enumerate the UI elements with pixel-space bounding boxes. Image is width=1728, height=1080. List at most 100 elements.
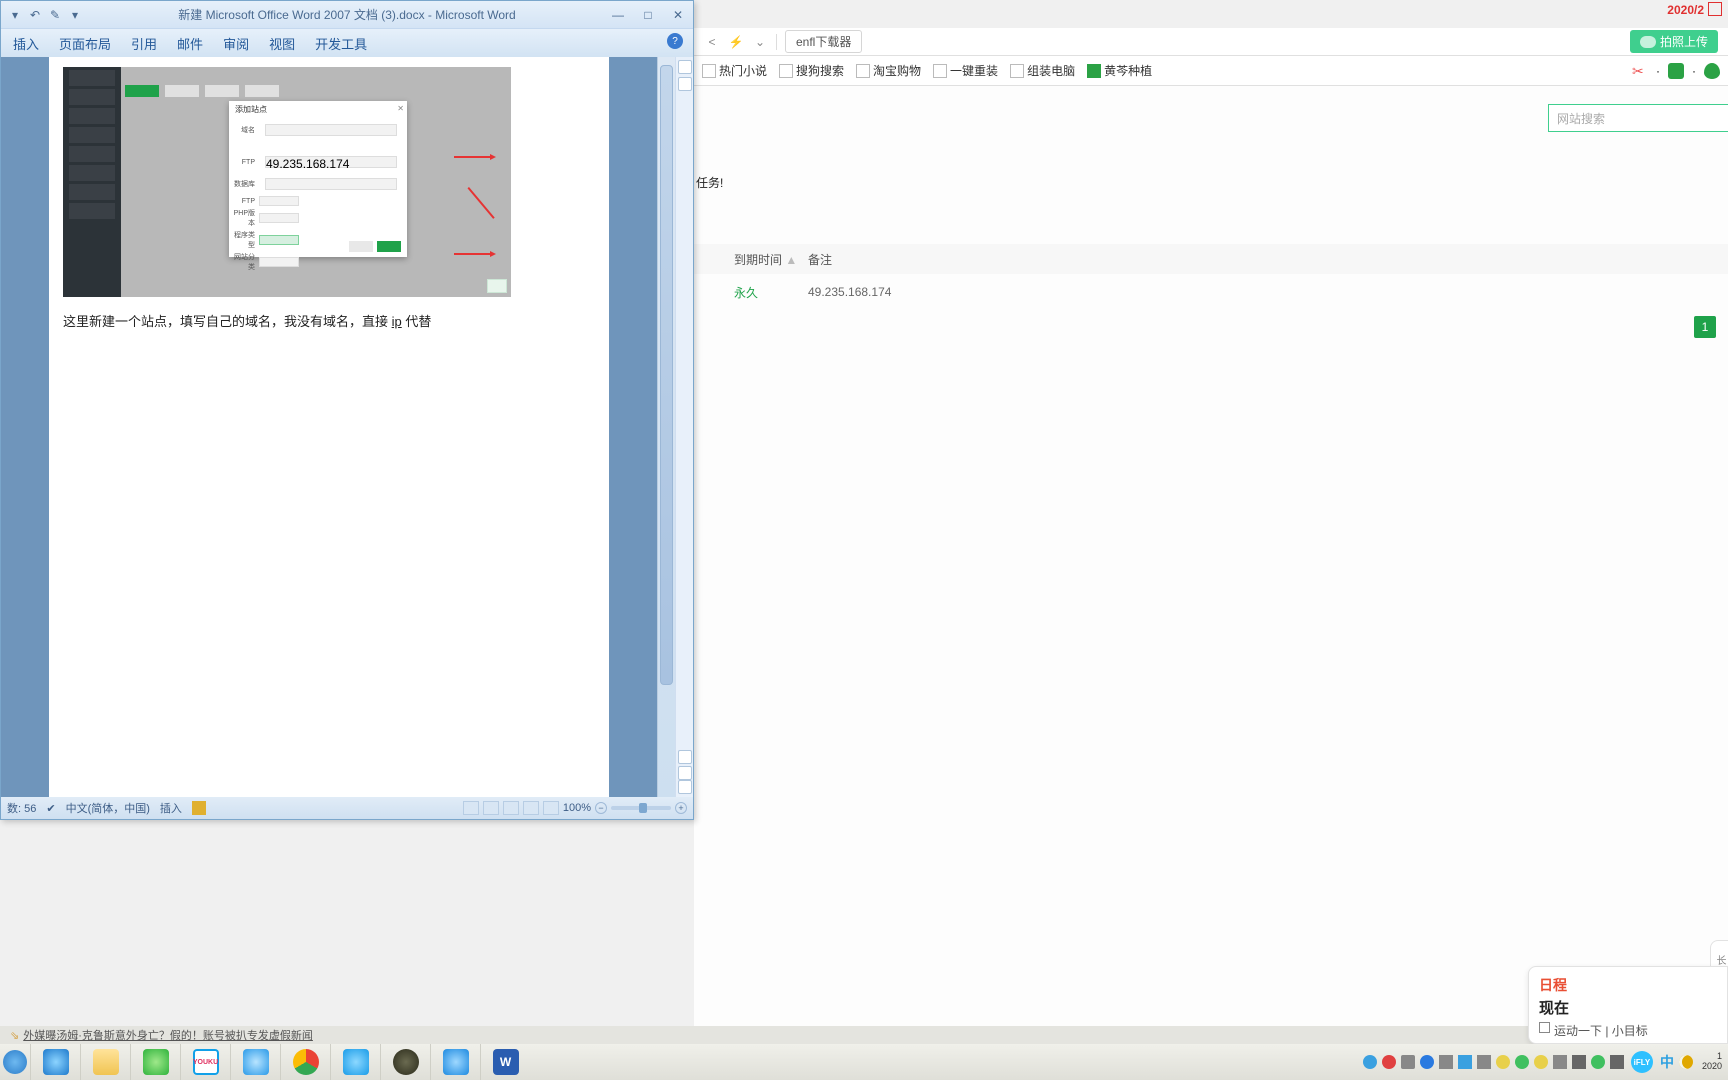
tab-layout[interactable]: 页面布局 — [59, 34, 111, 53]
language[interactable]: 中文(简体，中国) — [66, 800, 150, 816]
share-icon[interactable]: < — [704, 34, 720, 50]
vertical-scrollbar[interactable] — [657, 57, 675, 797]
taskbar-app-qq[interactable] — [430, 1044, 480, 1080]
qat-dropdown[interactable]: ▾ — [7, 7, 23, 23]
taskbar-app-youku[interactable]: YOUKU — [180, 1044, 230, 1080]
tab-references[interactable]: 引用 — [131, 34, 157, 53]
tray-icon[interactable] — [1572, 1055, 1586, 1069]
system-tray: iFLY 中 12020 — [1363, 1044, 1728, 1080]
tray-icon[interactable] — [1477, 1055, 1491, 1069]
table-row[interactable]: 永久 49.235.168.174 — [694, 274, 1728, 310]
taskbar-app-netdisk[interactable] — [230, 1044, 280, 1080]
ext-sep: · — [1656, 64, 1660, 78]
moon-icon[interactable] — [1679, 1055, 1693, 1069]
taskbar-app-dark[interactable] — [380, 1044, 430, 1080]
undo-icon[interactable]: ↶ — [27, 7, 43, 23]
schedule-item[interactable]: 运动一下 | 小目标 — [1539, 1022, 1717, 1039]
side-ruler — [675, 57, 693, 797]
zoom-in[interactable]: + — [675, 802, 687, 814]
bookmark-item[interactable]: 一键重装 — [933, 62, 998, 79]
tray-icon[interactable] — [1458, 1055, 1472, 1069]
news-strip: ⇘ 外媒曝汤姆·克鲁斯意外身亡？假的！账号被扒专发虚假新闻 — [0, 1026, 1728, 1044]
tab-view[interactable]: 视图 — [269, 34, 295, 53]
bookmark-item[interactable]: 搜狗搜索 — [779, 62, 844, 79]
tab-insert[interactable]: 插入 — [13, 34, 39, 53]
spell-icon[interactable]: ✔ — [46, 802, 55, 815]
view-web[interactable] — [503, 801, 519, 815]
bookmark-item[interactable]: 淘宝购物 — [856, 62, 921, 79]
start-button[interactable] — [0, 1044, 30, 1080]
tray-icon[interactable] — [1439, 1055, 1453, 1069]
quick-access-toolbar: ▾ ↶ ✎ ▾ — [7, 7, 83, 23]
tray-icon[interactable] — [1553, 1055, 1567, 1069]
tray-icon[interactable] — [1401, 1055, 1415, 1069]
shield-icon[interactable] — [1704, 63, 1720, 79]
save-icon[interactable]: ✎ — [47, 7, 63, 23]
news-link[interactable]: 外媒曝汤姆·克鲁斯意外身亡？假的！账号被扒专发虚假新闻 — [23, 1027, 313, 1043]
view-full[interactable] — [483, 801, 499, 815]
taskbar-app-word[interactable]: W — [480, 1044, 530, 1080]
embedded-screenshot: 添加站点 ✕ 域名 FTP49.235.168.174 数据库 FTP PHP版… — [63, 67, 511, 297]
tab-review[interactable]: 审阅 — [223, 34, 249, 53]
taskbar-app-fish[interactable] — [330, 1044, 380, 1080]
tray-icon[interactable] — [1496, 1055, 1510, 1069]
tray-icon[interactable] — [1515, 1055, 1529, 1069]
tray-icon[interactable] — [1591, 1055, 1605, 1069]
adblock-icon[interactable] — [1668, 63, 1684, 79]
taskbar-app-explorer[interactable] — [80, 1044, 130, 1080]
enfl-label[interactable]: enfl下载器 — [785, 30, 862, 53]
close-button[interactable]: ✕ — [669, 8, 687, 22]
clock[interactable]: 12020 — [1702, 1052, 1722, 1072]
schedule-widget[interactable]: 日程 现在 运动一下 | 小目标 — [1528, 966, 1728, 1044]
scissors-icon[interactable]: ✂ — [1632, 63, 1648, 79]
zoom-value[interactable]: 100% — [563, 802, 591, 814]
ext-sep: · — [1692, 64, 1696, 78]
minimize-button[interactable]: — — [609, 8, 627, 22]
bookmark-item[interactable]: 热门小说 — [702, 62, 767, 79]
word-titlebar[interactable]: ▾ ↶ ✎ ▾ 新建 Microsoft Office Word 2007 文档… — [1, 1, 693, 29]
bolt-icon[interactable]: ⚡ — [728, 34, 744, 50]
tab-devtools[interactable]: 开发工具 — [315, 34, 367, 53]
browser-toolbar: < ⚡ ⌄ enfl下载器 拍照上传 — [694, 28, 1728, 56]
bookmark-item[interactable]: 组装电脑 — [1010, 62, 1075, 79]
window-title: 新建 Microsoft Office Word 2007 文档 (3).doc… — [178, 6, 515, 23]
zoom-out[interactable]: − — [595, 802, 607, 814]
chevron-down-icon[interactable]: ⌄ — [752, 34, 768, 50]
help-icon[interactable]: ? — [667, 33, 683, 49]
tray-icon[interactable] — [1610, 1055, 1624, 1069]
tray-icon[interactable] — [1382, 1055, 1396, 1069]
cart-icon — [1708, 2, 1722, 16]
macro-icon[interactable] — [192, 801, 206, 815]
view-print[interactable] — [463, 801, 479, 815]
tray-icon[interactable] — [1363, 1055, 1377, 1069]
ime-cn[interactable]: 中 — [1660, 1052, 1674, 1072]
qat-more[interactable]: ▾ — [67, 7, 83, 23]
site-search-input[interactable]: 网站搜索 — [1548, 104, 1728, 132]
view-outline[interactable] — [523, 801, 539, 815]
taskbar: YOUKU W iFLY 中 12020 — [0, 1044, 1728, 1080]
bookmark-item[interactable]: 黄芩种植 — [1087, 62, 1152, 79]
schedule-title: 日程 — [1539, 975, 1717, 995]
date-badge: 2020/2 — [1661, 0, 1728, 19]
sort-icon[interactable]: ▲ — [785, 253, 797, 267]
taskbar-app-ie[interactable] — [30, 1044, 80, 1080]
upload-button[interactable]: 拍照上传 — [1630, 30, 1718, 53]
calendar-icon — [1539, 1022, 1550, 1033]
taskbar-app-360[interactable] — [130, 1044, 180, 1080]
browser-body: 网站搜索 任务! 到期时间 ▲ 备注 永久 49.235.168.174 1 问… — [694, 86, 1728, 1080]
word-window: ▾ ↶ ✎ ▾ 新建 Microsoft Office Word 2007 文档… — [0, 0, 694, 820]
tray-icon[interactable] — [1420, 1055, 1434, 1069]
maximize-button[interactable]: □ — [639, 8, 657, 22]
view-draft[interactable] — [543, 801, 559, 815]
ifly-icon[interactable]: iFLY — [1631, 1051, 1653, 1073]
insert-mode[interactable]: 插入 — [160, 800, 182, 816]
word-count[interactable]: 数: 56 — [7, 800, 36, 816]
tab-mailings[interactable]: 邮件 — [177, 34, 203, 53]
dialog-close-icon: ✕ — [397, 104, 404, 113]
tray-icon[interactable] — [1534, 1055, 1548, 1069]
taskbar-app-chrome[interactable] — [280, 1044, 330, 1080]
page-number[interactable]: 1 — [1694, 316, 1716, 338]
caption-text: 这里新建一个站点，填写自己的域名，我没有域名，直接 ip 代替 — [63, 311, 595, 330]
zoom-slider[interactable] — [611, 806, 671, 810]
add-site-dialog: 添加站点 ✕ 域名 FTP49.235.168.174 数据库 FTP PHP版… — [229, 101, 407, 257]
